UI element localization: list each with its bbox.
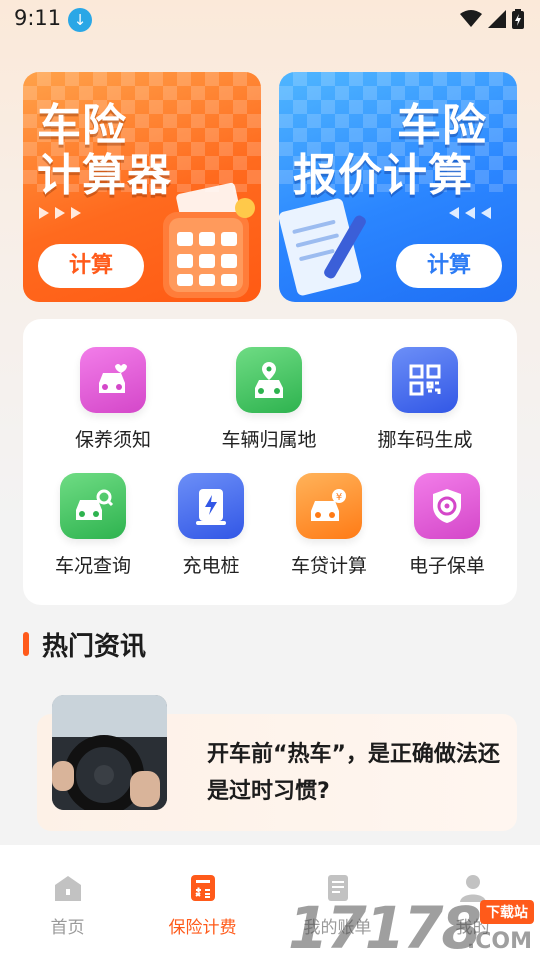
nav-label: 保险计费 — [168, 918, 237, 938]
decorative-arrows — [449, 207, 491, 219]
section-title: 热门资讯 — [42, 632, 147, 662]
nav-insurance-calc[interactable]: 保险计费 — [135, 873, 270, 938]
nav-label: 首页 — [50, 918, 85, 938]
tool-label: 挪车码生成 — [377, 429, 473, 451]
tool-move-car-code[interactable]: 挪车码生成 — [355, 347, 495, 452]
nav-my-bills[interactable]: 我的账单 — [270, 873, 405, 938]
nav-label: 我的账单 — [303, 918, 372, 938]
tool-label: 车辆归属地 — [221, 429, 317, 451]
nav-label: 我的 — [455, 918, 490, 938]
tool-e-policy[interactable]: 电子保单 — [377, 473, 517, 578]
shield-steering-icon — [414, 473, 480, 539]
bill-icon — [327, 875, 348, 901]
qr-code-icon — [392, 347, 458, 413]
section-accent-bar — [23, 632, 29, 656]
car-heart-icon — [80, 347, 146, 413]
banner-title-line1: 车险 — [397, 100, 487, 151]
home-icon — [54, 876, 81, 901]
status-bar: 9:11 ↓ — [0, 0, 540, 40]
download-icon: ↓ — [68, 8, 92, 32]
nav-home[interactable]: 首页 — [0, 873, 135, 938]
calculate-button[interactable]: 计算 — [396, 244, 502, 288]
tool-label: 保养须知 — [74, 429, 151, 451]
document-pen-illustration-icon — [279, 198, 366, 296]
tool-vehicle-region[interactable]: 车辆归属地 — [199, 347, 339, 452]
status-icons — [460, 8, 524, 30]
calculate-button[interactable]: 计算 — [38, 244, 144, 288]
tool-maintenance-guide[interactable]: 保养须知 — [43, 347, 183, 452]
car-loan-icon: ¥ — [296, 473, 362, 539]
tool-label: 电子保单 — [408, 555, 485, 577]
signal-icon — [488, 10, 506, 28]
decorative-arrows — [39, 207, 81, 219]
car-location-icon — [236, 347, 302, 413]
status-time: 9:11 — [14, 6, 62, 30]
car-insurance-quote-banner[interactable]: 车险 报价计算 计算 — [279, 72, 517, 302]
banner-title-line1: 车险 — [37, 100, 127, 151]
tools-grid: 保养须知 车辆归属地 挪车码生成 车况查询 充电桩 ¥ 车贷计算 电子保单 — [23, 319, 517, 605]
nav-mine[interactable]: 我的 — [405, 873, 540, 938]
charging-pile-icon — [178, 473, 244, 539]
car-search-icon — [60, 473, 126, 539]
news-title[interactable]: 开车前“热车”，是正确做法还是过时习惯? — [207, 736, 507, 810]
wifi-icon — [460, 10, 482, 27]
user-icon — [459, 875, 486, 902]
bottom-nav: 首页 保险计费 我的账单 我的 — [0, 845, 540, 960]
svg-text:¥: ¥ — [336, 492, 342, 503]
calculator-illustration-icon — [163, 182, 255, 298]
battery-icon — [512, 9, 524, 29]
calculator-icon — [190, 875, 215, 901]
car-insurance-calculator-banner[interactable]: 车险 计算器 计算 — [23, 72, 261, 302]
news-thumbnail[interactable] — [52, 695, 167, 810]
